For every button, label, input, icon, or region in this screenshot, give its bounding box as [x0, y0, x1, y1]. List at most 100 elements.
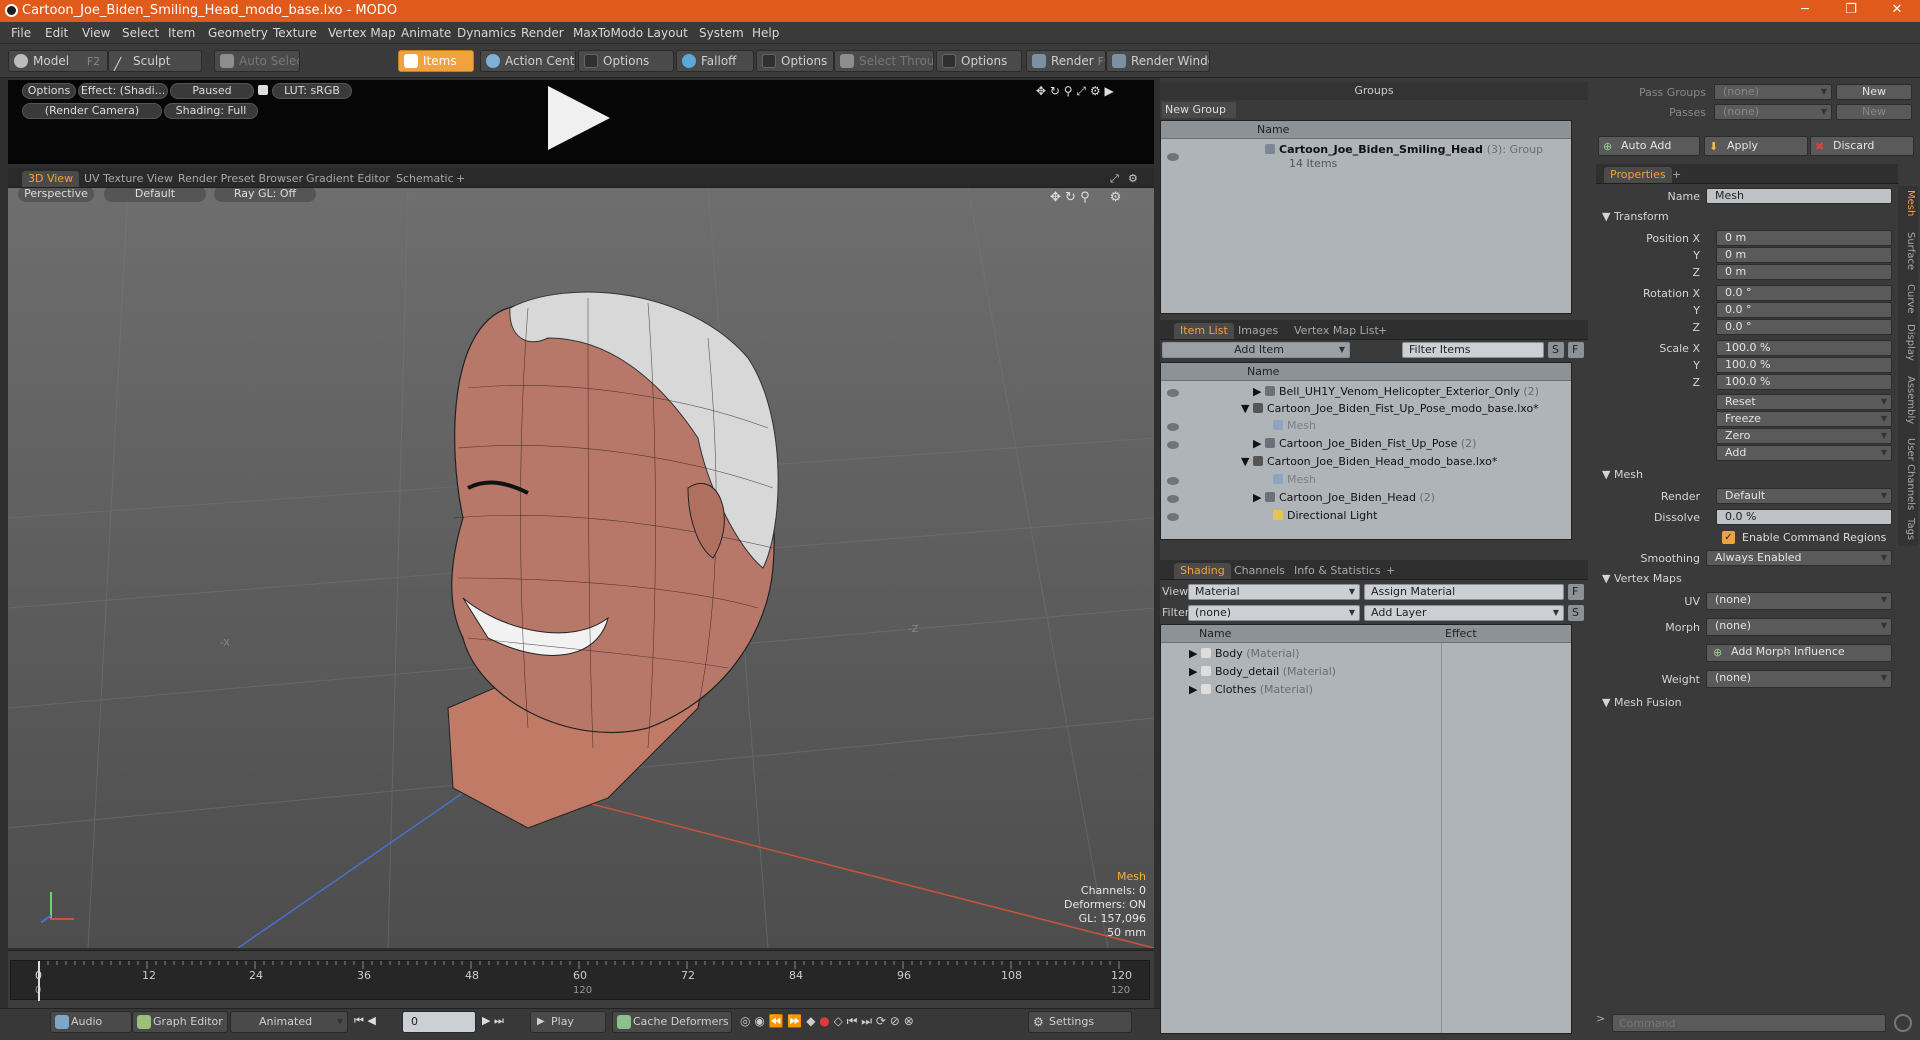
side-tab-assembly[interactable]: Assembly [1900, 376, 1916, 424]
menu-maxtomodo[interactable]: MaxToModo [573, 26, 643, 40]
prev-keyframe-icon[interactable]: ⏮ [847, 1014, 858, 1028]
menu-animate[interactable]: Animate [401, 26, 451, 40]
tab-images[interactable]: Images [1238, 323, 1278, 339]
side-tab-display[interactable]: Display [1900, 324, 1916, 361]
pass-groups-dropdown[interactable]: (none) [1714, 84, 1832, 100]
tab-render-preset-browser[interactable]: Render Preset Browser [178, 171, 303, 187]
collapse-arrow-icon[interactable]: ▼ [1241, 455, 1253, 468]
filter-items-input[interactable]: Filter Items [1402, 342, 1544, 358]
expand-arrow-icon[interactable]: ▶ [1253, 385, 1265, 398]
item-row[interactable]: ▼ Cartoon_Joe_Biden_Fist_Up_Pose_modo_ba… [1241, 400, 1539, 417]
uv-dropdown[interactable]: (none) [1706, 592, 1892, 610]
key-clear-icon[interactable]: ⊗ [904, 1014, 914, 1028]
rotate-icon[interactable]: ↻ [1050, 84, 1060, 98]
model-mode-button[interactable]: Model F2 [8, 50, 108, 72]
visibility-eye-icon[interactable] [1167, 153, 1179, 161]
visibility-eye-icon[interactable] [1167, 477, 1179, 485]
apply-button[interactable]: ⬇ Apply [1704, 136, 1808, 156]
command-regions-checkbox[interactable]: ✓ [1722, 531, 1735, 544]
fit-icon[interactable]: ⤢ [1076, 84, 1086, 98]
style-dropdown[interactable]: Default [104, 188, 206, 202]
pan-icon[interactable]: ✥ [1050, 190, 1061, 205]
position-x-field[interactable]: 0 m [1716, 230, 1892, 246]
loop-icon[interactable]: ⟳ [876, 1014, 886, 1028]
tab-vertex-map-list[interactable]: Vertex Map List [1294, 323, 1379, 339]
add-tab-button[interactable]: + [1672, 167, 1681, 183]
tab-item-list[interactable]: Item List [1174, 323, 1234, 339]
new-pass-group-button[interactable]: New [1836, 84, 1912, 100]
playhead[interactable] [38, 961, 40, 1001]
position-y-field[interactable]: 0 m [1716, 247, 1892, 263]
render-button[interactable]: Render F9 [1026, 50, 1106, 72]
add-tab-button[interactable]: + [1386, 563, 1395, 579]
passes-dropdown[interactable]: (none) [1714, 104, 1832, 120]
tab-uv-texture-view[interactable]: UV Texture View [84, 171, 173, 187]
orbit-icon[interactable]: ↻ [1065, 190, 1076, 205]
zoom-icon[interactable]: ⚲ [1064, 84, 1073, 98]
tab-3d-view[interactable]: 3D View [22, 171, 80, 187]
move-icon[interactable]: ✥ [1036, 84, 1046, 98]
next-keyframe-icon[interactable]: ⏭ [861, 1014, 872, 1028]
auto-select-button[interactable]: Auto Select [214, 50, 300, 72]
add-tab-button[interactable]: + [456, 171, 465, 187]
side-tab-mesh[interactable]: Mesh [1900, 190, 1916, 216]
rotation-x-field[interactable]: 0.0 ° [1716, 285, 1892, 301]
smoothing-dropdown[interactable]: Always Enabled [1706, 550, 1892, 566]
item-row[interactable]: ▶ Cartoon_Joe_Biden_Head (2) [1253, 489, 1435, 506]
preview-shading-dropdown[interactable]: Shading: Full [164, 103, 258, 119]
tab-info-statistics[interactable]: Info & Statistics [1294, 563, 1381, 579]
side-tab-curve[interactable]: Curve [1900, 284, 1916, 314]
view-material-dropdown[interactable]: Material [1188, 584, 1360, 600]
falloff-button[interactable]: Falloff [676, 50, 754, 72]
position-z-field[interactable]: 0 m [1716, 264, 1892, 280]
rotation-z-field[interactable]: 0.0 ° [1716, 319, 1892, 335]
tab-gradient-editor[interactable]: Gradient Editor [306, 171, 390, 187]
select-through-options-button[interactable]: Options [936, 50, 1022, 72]
record-icon[interactable]: ● [819, 1014, 829, 1028]
menu-view[interactable]: View [82, 26, 110, 40]
command-history-icon[interactable] [1894, 1014, 1912, 1032]
transform-section[interactable]: ▼ Transform [1602, 210, 1669, 223]
zero-dropdown[interactable]: Zero [1716, 428, 1892, 444]
add-morph-influence-button[interactable]: ⊕ Add Morph Influence [1706, 644, 1892, 662]
lock-icon[interactable] [258, 85, 268, 95]
visibility-eye-icon[interactable] [1167, 513, 1179, 521]
preview-paused-button[interactable]: Paused [170, 83, 254, 99]
new-pass-button[interactable]: New [1836, 104, 1912, 120]
select-through-button[interactable]: Select Through [834, 50, 934, 72]
freeze-dropdown[interactable]: Freeze [1716, 411, 1892, 427]
scale-z-field[interactable]: 100.0 % [1716, 374, 1892, 390]
material-row[interactable]: ▶ Clothes (Material) [1189, 681, 1313, 698]
menu-help[interactable]: Help [752, 26, 779, 40]
tab-channels[interactable]: Channels [1234, 563, 1285, 579]
visibility-eye-icon[interactable] [1167, 423, 1179, 431]
preview-options-button[interactable]: Options [22, 83, 76, 99]
3d-viewport[interactable]: Perspective Default Ray GL: Off ✥ ↻ ⚲ ⚙ … [8, 188, 1154, 948]
menu-dynamics[interactable]: Dynamics [457, 26, 516, 40]
assign-material-button[interactable]: Assign Material [1364, 584, 1564, 600]
tab-schematic[interactable]: Schematic [396, 171, 454, 187]
mesh-fusion-section[interactable]: ▼ Mesh Fusion [1602, 696, 1682, 709]
item-row[interactable]: Mesh [1273, 417, 1316, 434]
command-input[interactable] [1612, 1014, 1886, 1032]
weight-dropdown[interactable]: (none) [1706, 670, 1892, 688]
expand-arrow-icon[interactable]: ▶ [1189, 665, 1201, 678]
timeline-ruler[interactable]: 0 12 24 36 48 60 72 84 96 108 120 0 120 … [10, 960, 1150, 1001]
audio-button[interactable]: Audio [50, 1011, 132, 1033]
last-frame-icon[interactable]: ⏭ [494, 1014, 504, 1027]
scale-x-field[interactable]: 100.0 % [1716, 340, 1892, 356]
viewport-gear-icon[interactable]: ⚙ [1128, 171, 1138, 187]
dissolve-field[interactable]: 0.0 % [1716, 509, 1892, 525]
items-mode-button[interactable]: Items [398, 50, 474, 72]
filter-dropdown[interactable]: (none) [1188, 605, 1360, 621]
action-center-button[interactable]: Action Center [480, 50, 576, 72]
close-button[interactable]: ✕ [1874, 0, 1920, 22]
graph-editor-button[interactable]: Graph Editor [132, 1011, 228, 1033]
skip-back-icon[interactable]: ⏪ [769, 1014, 784, 1028]
play-preview-icon[interactable] [548, 86, 610, 150]
menu-file[interactable]: File [11, 26, 31, 40]
tab-properties[interactable]: Properties [1604, 167, 1672, 183]
cache-deformers-button[interactable]: Cache Deformers [612, 1011, 732, 1033]
menu-system[interactable]: System [699, 26, 744, 40]
menu-geometry[interactable]: Geometry [208, 26, 268, 40]
